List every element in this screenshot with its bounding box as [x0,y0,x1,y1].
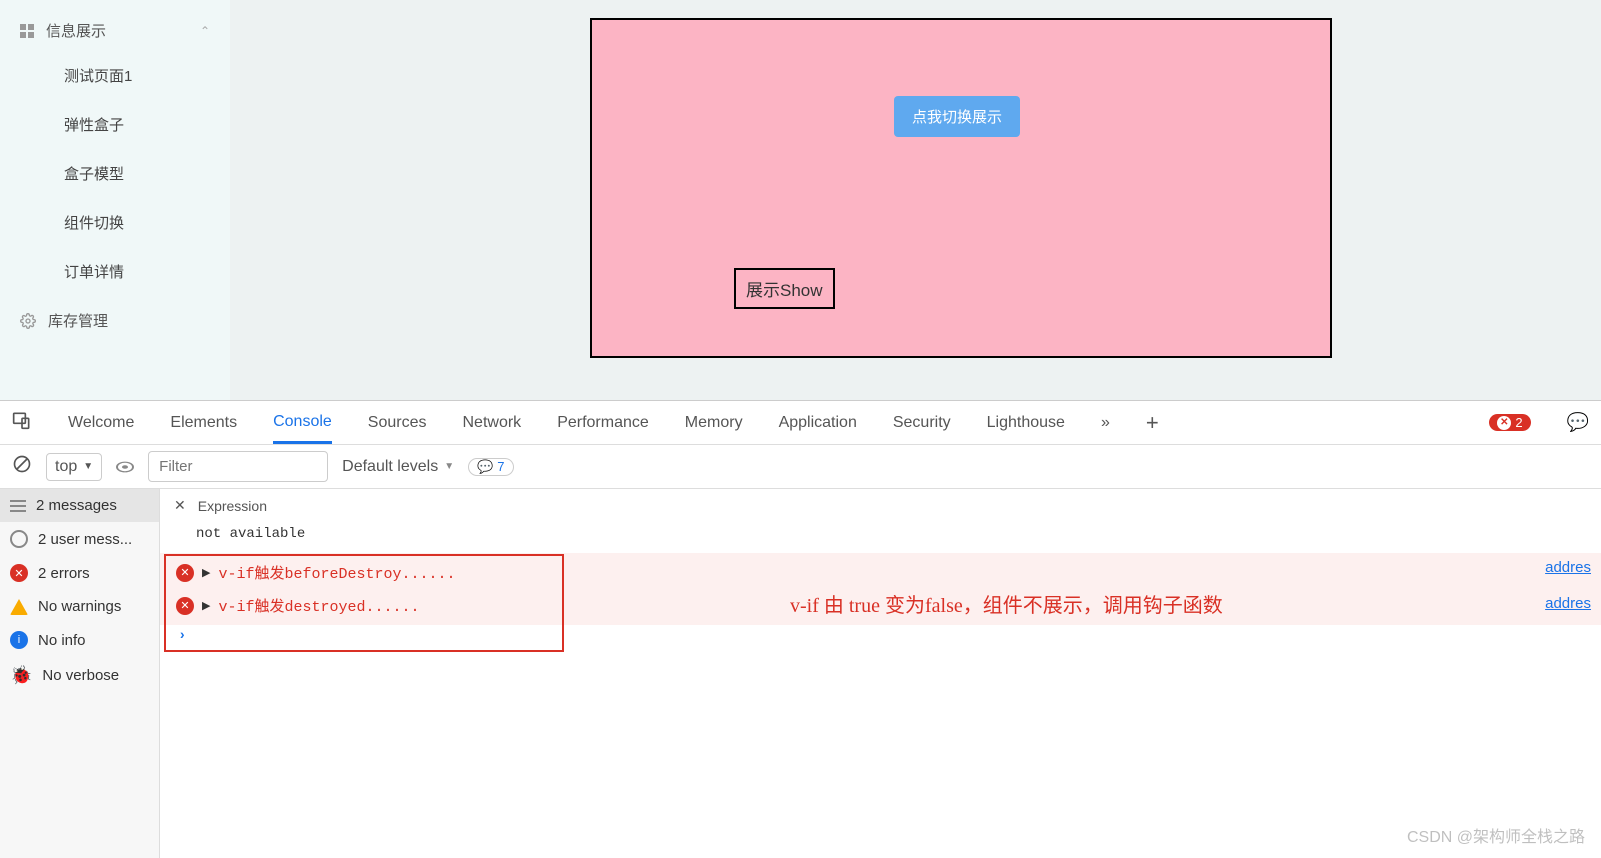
application-area: 信息展示 ⌃ 测试页面1 弹性盒子 盒子模型 组件切换 订单详情 库存管理 点我… [0,0,1601,400]
bug-icon: 🐞 [10,665,32,686]
messages-icon [10,500,26,512]
warning-icon [10,599,28,615]
sidebar-group-label: 信息展示 [46,20,106,41]
side-warnings[interactable]: No warnings [0,590,159,623]
user-icon [10,530,28,548]
console-sidebar: 2 messages 2 user mess... ✕2 errors No w… [0,489,160,858]
show-label-box: 展示Show [734,268,835,309]
live-expression-icon[interactable] [116,461,134,472]
expression-row[interactable]: ✕Expression [160,489,1601,522]
side-verbose[interactable]: 🐞No verbose [0,657,159,694]
source-link[interactable]: addres [1545,559,1591,576]
tab-lighthouse[interactable]: Lighthouse [987,404,1065,442]
sidebar-item-flexbox[interactable]: 弹性盒子 [0,100,230,149]
expand-icon[interactable]: ▶ [202,566,210,580]
devtools-panel: Welcome Elements Console Sources Network… [0,400,1601,858]
sidebar-item-test1[interactable]: 测试页面1 [0,51,230,100]
sidebar-item-inventory[interactable]: 库存管理 [0,296,230,345]
device-toggle-icon[interactable] [12,410,32,435]
sidebar-group-info[interactable]: 信息展示 ⌃ [0,10,230,51]
grid-icon [20,24,34,38]
filter-input[interactable] [148,451,328,482]
devtools-tab-bar: Welcome Elements Console Sources Network… [0,401,1601,445]
main-content: 点我切换展示 展示Show [230,0,1601,400]
console-body: 2 messages 2 user mess... ✕2 errors No w… [0,489,1601,858]
demo-container: 点我切换展示 展示Show [590,18,1332,358]
watermark: CSDN @架构师全栈之路 [1407,823,1585,847]
expression-value: not available [160,522,1601,552]
message-indicator-icon[interactable]: 💬 [1567,412,1589,433]
close-expression-icon[interactable]: ✕ [174,497,186,514]
context-selector[interactable]: top ▼ [46,453,102,481]
tab-welcome[interactable]: Welcome [68,404,134,442]
tab-elements[interactable]: Elements [170,404,237,442]
log-row[interactable]: ✕▶v-if触发destroyed...... [166,589,562,622]
error-icon: ✕ [176,597,194,615]
chevron-up-icon: ⌃ [200,24,210,38]
toggle-display-button[interactable]: 点我切换展示 [894,96,1020,137]
highlighted-logs: ✕▶v-if触发beforeDestroy...... ✕▶v-if触发dest… [164,554,564,652]
source-link[interactable]: addres [1545,595,1591,612]
tab-performance[interactable]: Performance [557,404,649,442]
sidebar: 信息展示 ⌃ 测试页面1 弹性盒子 盒子模型 组件切换 订单详情 库存管理 [0,0,230,400]
log-row[interactable]: ✕▶v-if触发beforeDestroy...... [166,556,562,589]
tab-memory[interactable]: Memory [685,404,743,442]
console-output: ✕Expression not available ✕▶v-if触发before… [160,489,1601,858]
clear-console-icon[interactable] [12,454,32,479]
gear-icon [20,313,36,329]
tab-sources[interactable]: Sources [368,404,427,442]
more-tabs-icon[interactable]: » [1101,414,1110,432]
tab-application[interactable]: Application [779,404,857,442]
error-icon: ✕ [10,564,28,582]
side-messages[interactable]: 2 messages [0,489,159,522]
levels-selector[interactable]: Default levels ▼ [342,458,454,476]
annotation-text: v-if 由 true 变为false，组件不展示，调用钩子函数 [790,589,1223,618]
console-filter-bar: top ▼ Default levels ▼ 💬7 [0,445,1601,489]
sidebar-manage-label: 库存管理 [48,310,108,331]
side-errors[interactable]: ✕2 errors [0,556,159,590]
error-badge[interactable]: ✕2 [1489,414,1530,431]
sidebar-item-order[interactable]: 订单详情 [0,247,230,296]
issues-badge[interactable]: 💬7 [468,458,513,476]
expand-icon[interactable]: ▶ [202,599,210,613]
error-icon: ✕ [176,564,194,582]
side-user[interactable]: 2 user mess... [0,522,159,556]
tab-console[interactable]: Console [273,403,332,444]
info-icon: i [10,631,28,649]
console-prompt[interactable]: › [166,622,562,650]
sidebar-item-boxmodel[interactable]: 盒子模型 [0,149,230,198]
side-info[interactable]: iNo info [0,623,159,657]
tab-security[interactable]: Security [893,404,951,442]
sidebar-item-component[interactable]: 组件切换 [0,198,230,247]
tab-network[interactable]: Network [463,404,522,442]
add-tab-icon[interactable]: + [1146,410,1159,436]
